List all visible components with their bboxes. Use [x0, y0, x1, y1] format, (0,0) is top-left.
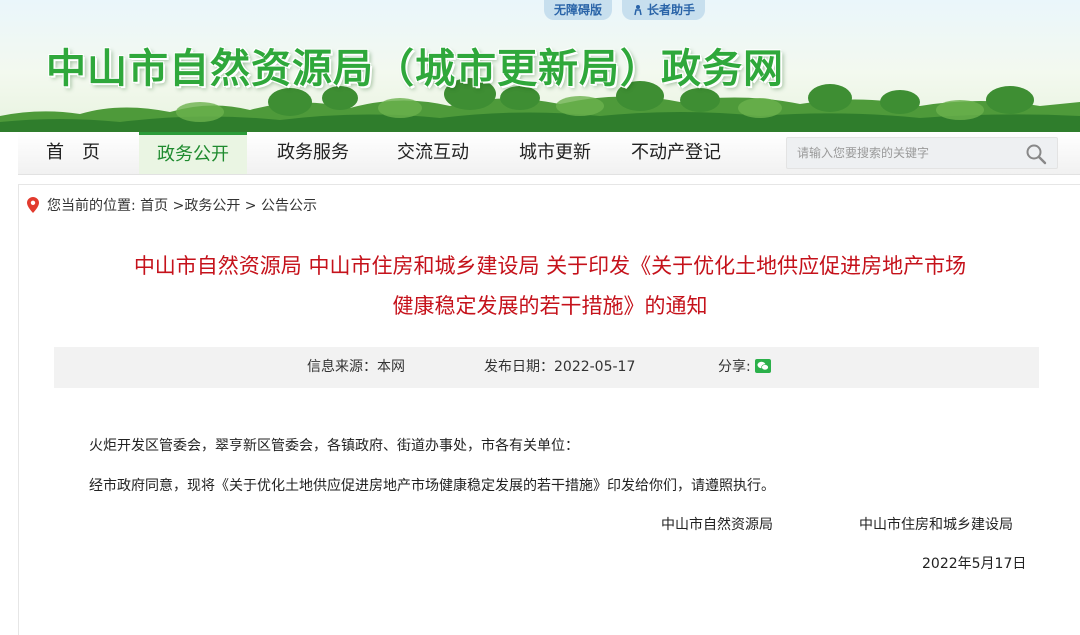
- nav-item-home[interactable]: 首 页: [18, 132, 128, 174]
- article-title-line2: 健康稳定发展的若干措施》的通知: [392, 294, 708, 318]
- nav-item-interaction[interactable]: 交流互动: [378, 132, 488, 174]
- share-label: 分享:: [718, 359, 751, 375]
- article-publish-date: 发布日期：2022-05-17: [484, 359, 636, 375]
- breadcrumb-text[interactable]: 您当前的位置: 首页 >政务公开 > 公告公示: [47, 185, 317, 227]
- article-title: 中山市自然资源局 中山市住房和城乡建设局 关于印发《关于优化土地供应促进房地产市…: [39, 246, 1061, 326]
- search-icon[interactable]: [1025, 143, 1047, 165]
- share-area: 分享:: [718, 347, 772, 388]
- wechat-share-icon[interactable]: [755, 359, 772, 373]
- article-source: 信息来源：本网: [307, 359, 405, 375]
- nav-item-real-estate-registration[interactable]: 不动产登记: [616, 132, 736, 174]
- signature-date: 2022年5月17日: [922, 556, 1027, 572]
- nav-item-government-affairs[interactable]: 政务公开: [139, 132, 247, 174]
- elder-assistant-button[interactable]: 长者助手: [622, 0, 706, 20]
- article-title-line1: 中山市自然资源局 中山市住房和城乡建设局 关于印发《关于优化土地供应促进房地产市…: [133, 254, 967, 278]
- signer-housing-construction: 中山市住房和城乡建设局: [859, 517, 1013, 533]
- elder-assistant-label: 长者助手: [647, 3, 696, 17]
- accessibility-links: 无障碍版 长者助手: [544, 0, 706, 20]
- accessibility-button[interactable]: 无障碍版: [544, 0, 613, 20]
- search-input[interactable]: [787, 138, 1017, 168]
- site-banner: 无障碍版 长者助手 中山市自然资源局（城市更新局）政务网: [0, 0, 1080, 132]
- article-meta-bar: 信息来源：本网 发布日期：2022-05-17 分享:: [54, 347, 1039, 388]
- salutation-text: 火炬开发区管委会，翠亨新区管委会，各镇政府、街道办事处，市各有关单位：: [89, 438, 579, 454]
- site-title: 中山市自然资源局（城市更新局）政务网: [46, 46, 784, 92]
- main-nav: 首 页 政务公开 政务服务 交流互动 城市更新 不动产登记: [18, 132, 1080, 175]
- elder-person-icon: [634, 5, 642, 16]
- search-box: [786, 137, 1058, 169]
- article-container: 中山市自然资源局 中山市住房和城乡建设局 关于印发《关于优化土地供应促进房地产市…: [18, 226, 1080, 635]
- accessibility-label: 无障碍版: [554, 3, 603, 17]
- signer-natural-resources: 中山市自然资源局: [661, 517, 773, 533]
- body-text: 经市政府同意，现将《关于优化土地供应促进房地产市场健康稳定发展的若干措施》印发给…: [89, 478, 775, 494]
- location-pin-icon: [27, 197, 39, 213]
- nav-item-government-services[interactable]: 政务服务: [258, 132, 368, 174]
- breadcrumb: 您当前的位置: 首页 >政务公开 > 公告公示: [18, 184, 1080, 227]
- nav-item-urban-renewal[interactable]: 城市更新: [500, 132, 610, 174]
